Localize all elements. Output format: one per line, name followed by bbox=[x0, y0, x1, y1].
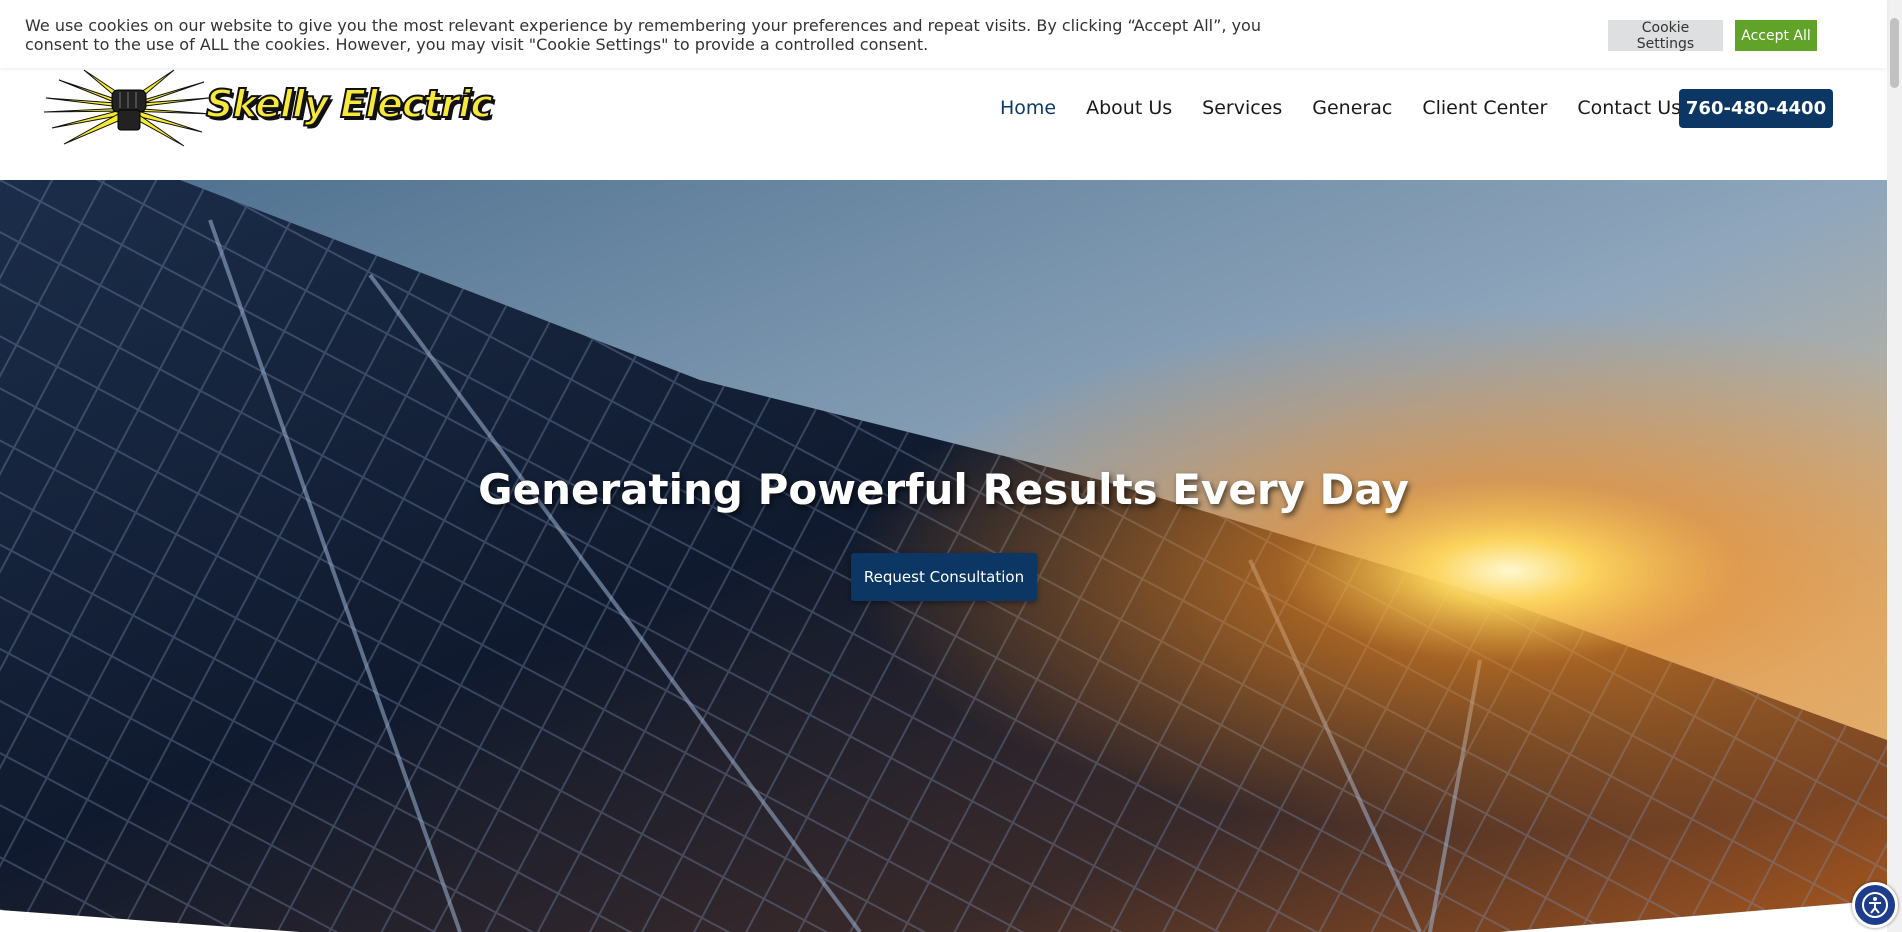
cookie-message: We use cookies on our website to give yo… bbox=[25, 16, 1261, 54]
nav-about-us[interactable]: About Us bbox=[1086, 97, 1172, 119]
accept-all-button[interactable]: Accept All bbox=[1735, 20, 1817, 51]
accessibility-icon bbox=[1862, 892, 1888, 918]
site-header: Skelly Electric Home About Us Services G… bbox=[0, 68, 1887, 180]
hero-title: Generating Powerful Results Every Day bbox=[478, 465, 1409, 514]
nav-client-center[interactable]: Client Center bbox=[1422, 97, 1547, 119]
cookie-settings-button[interactable]: Cookie Settings bbox=[1608, 20, 1723, 52]
page: We use cookies on our website to give yo… bbox=[0, 0, 1902, 932]
nav-services[interactable]: Services bbox=[1202, 97, 1282, 119]
phone-button[interactable]: 760-480-4400 bbox=[1679, 89, 1833, 128]
request-consultation-button[interactable]: Request Consultation bbox=[851, 553, 1037, 601]
page-scrollbar[interactable] bbox=[1887, 0, 1902, 932]
logo-wordmark: Skelly Electric bbox=[205, 81, 494, 127]
nav-home[interactable]: Home bbox=[1000, 97, 1056, 119]
hero-section: Generating Powerful Results Every Day Re… bbox=[0, 180, 1887, 932]
accessibility-button[interactable] bbox=[1852, 882, 1898, 928]
lightning-fist-icon bbox=[43, 69, 213, 147]
nav-generac[interactable]: Generac bbox=[1312, 97, 1392, 119]
scrollbar-thumb[interactable] bbox=[1890, 18, 1899, 88]
site-logo[interactable]: Skelly Electric bbox=[43, 68, 494, 148]
nav-contact-us[interactable]: Contact Us bbox=[1577, 97, 1681, 119]
cookie-banner: We use cookies on our website to give yo… bbox=[0, 0, 1887, 68]
main-nav: Home About Us Services Generac Client Ce… bbox=[1000, 88, 1711, 128]
